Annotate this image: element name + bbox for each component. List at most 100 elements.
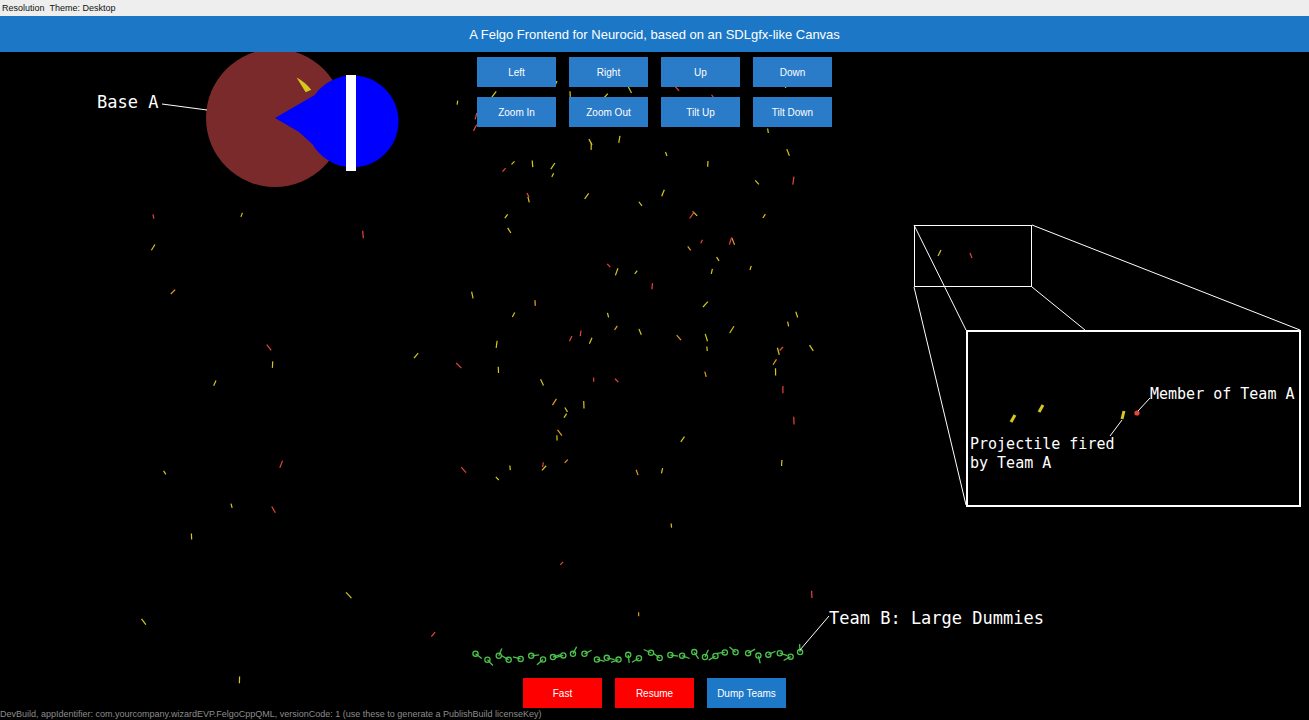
particle	[636, 470, 638, 475]
particle	[615, 326, 618, 330]
particle	[628, 87, 631, 93]
particle	[171, 290, 175, 294]
particle	[191, 534, 192, 540]
particle	[732, 238, 735, 245]
particle	[565, 460, 568, 463]
particle	[552, 399, 556, 405]
title-bar: A Felgo Frontend for Neurocid, based on …	[0, 16, 1309, 52]
particle	[750, 266, 751, 270]
particle	[711, 269, 712, 274]
particle	[589, 338, 592, 344]
particle	[729, 238, 731, 245]
particle	[457, 101, 459, 105]
particle	[793, 177, 794, 185]
camera-button[interactable]: Zoom Out	[569, 97, 648, 127]
particle	[556, 435, 557, 440]
particle	[788, 322, 789, 327]
particle	[671, 524, 673, 528]
particle	[707, 161, 709, 167]
particle	[498, 367, 500, 373]
particle	[811, 591, 813, 598]
particle	[560, 562, 563, 565]
build-info: DevBuild, appIdentifier: com.yourcompany…	[0, 709, 541, 720]
particle	[593, 377, 594, 381]
control-bar: Fast Resume Dump Teams	[523, 678, 786, 708]
particle	[755, 180, 759, 184]
camera-button[interactable]: Zoom In	[477, 97, 556, 127]
particle	[615, 379, 618, 382]
camera-button[interactable]: Tilt Down	[753, 97, 832, 127]
particle	[607, 313, 608, 318]
particle	[767, 129, 769, 133]
app-window: Resolution Theme: Desktop A Felgo Frontend…	[0, 0, 1309, 720]
particle	[502, 168, 505, 172]
particle	[505, 214, 508, 218]
particle	[688, 246, 691, 250]
particle	[241, 213, 243, 217]
team-b-dummies	[473, 644, 803, 665]
game-canvas[interactable]: Left Right Up Down Zoom In Zoom Out Tilt Up Til…	[0, 52, 1309, 720]
particle	[619, 136, 620, 143]
menu-item[interactable]: Resolution	[2, 0, 45, 16]
camera-button[interactable]: Up	[661, 57, 740, 87]
particle	[542, 462, 544, 467]
particle	[810, 345, 814, 351]
particle	[534, 300, 536, 306]
particle	[565, 407, 568, 411]
base-health-bar	[346, 75, 356, 171]
particle	[152, 214, 154, 218]
particle	[346, 592, 351, 598]
particle	[527, 193, 529, 197]
particle	[665, 152, 667, 156]
particle	[780, 347, 783, 350]
particle	[362, 231, 364, 238]
particle	[214, 381, 216, 386]
camera-button[interactable]: Tilt Up	[661, 97, 740, 127]
particle	[496, 341, 498, 348]
particle	[272, 361, 274, 368]
camera-button[interactable]: Right	[569, 57, 648, 87]
simulation-scene	[0, 52, 1309, 720]
particle	[583, 401, 584, 408]
particle	[661, 468, 662, 473]
particle	[231, 504, 232, 508]
particle	[705, 334, 707, 341]
camera-button[interactable]: Left	[477, 57, 556, 87]
particle	[585, 193, 589, 198]
particle	[775, 368, 776, 375]
particle	[706, 347, 708, 352]
particle	[639, 202, 642, 206]
particle	[532, 161, 534, 168]
base-a	[206, 52, 399, 187]
particle	[461, 467, 466, 472]
particle	[508, 228, 511, 233]
control-button[interactable]: Dump Teams	[707, 678, 786, 708]
particle	[456, 363, 461, 368]
particle	[705, 372, 706, 377]
particle	[541, 379, 544, 385]
particle	[552, 173, 554, 177]
particle	[509, 466, 511, 471]
menu-item[interactable]: Theme: Desktop	[50, 0, 116, 16]
particle	[782, 386, 783, 393]
particle	[681, 437, 685, 442]
camera-button[interactable]: Down	[753, 57, 832, 87]
particle	[787, 149, 790, 156]
base-label: Base A	[97, 92, 158, 113]
particle	[511, 161, 514, 164]
particle	[496, 477, 499, 480]
particle	[414, 353, 418, 358]
particle	[512, 312, 514, 317]
app-title: A Felgo Frontend for Neurocid, based on …	[469, 27, 840, 42]
particle	[551, 163, 555, 169]
particle	[690, 212, 694, 218]
zoom-source-box	[914, 225, 1032, 287]
particle	[638, 612, 639, 616]
particle	[615, 268, 617, 275]
zoomed-entities	[1011, 398, 1150, 436]
control-button[interactable]: Resume	[615, 678, 694, 708]
menu-bar: Resolution Theme: Desktop	[0, 0, 1309, 16]
control-button[interactable]: Fast	[523, 678, 602, 708]
particle	[635, 271, 637, 274]
particle	[472, 292, 473, 299]
